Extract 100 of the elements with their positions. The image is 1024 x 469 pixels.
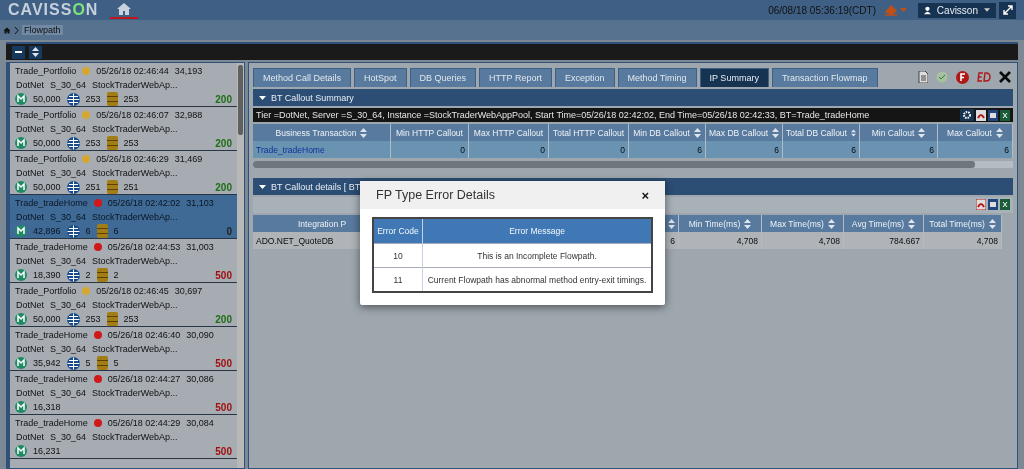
tier-name: DotNet [16,388,44,398]
column-header[interactable]: Max DB Callout [706,124,783,141]
tier-name: DotNet [16,80,44,90]
table-cell: 6 [783,141,860,158]
table-cell: 6 [938,141,1013,158]
db-count: 251 [123,182,139,192]
column-header[interactable]: Total HTTP Callout [549,124,629,141]
column-header[interactable]: Total DB Callout [783,124,860,141]
flowpath-id: 30,090 [186,330,214,340]
column-header[interactable]: Min HTTP Callout [391,124,469,141]
method-count: 50,000 [33,94,61,104]
column-header[interactable]: Avg Time(ms) [844,215,924,232]
response-code: 500 [215,357,232,369]
http-count: 5 [85,358,91,368]
timestamp: 05/26/18 02:44:53 [107,242,181,252]
server-name: S_30_64 [50,388,87,398]
flowpath-id: 30,697 [174,286,203,296]
column-header[interactable]: Max Callout [938,124,1013,141]
section-header[interactable]: BT Callout Summary [253,89,1013,106]
db-count: 5 [113,358,119,368]
section-title: BT Callout Summary [271,92,354,103]
tier-name: DotNet [16,344,44,354]
date-time: 06/08/18 05:36:19(CDT) [768,4,876,16]
flowpath-id: 31,003 [186,242,214,252]
timestamp: 05/26/18 02:46:29 [96,154,169,164]
table-cell: 4,708 [762,232,844,249]
table-cell: 0 [469,141,549,158]
column-header[interactable]: Min DB Callout [629,124,706,141]
response-code: 200 [215,181,232,193]
tier-name: DotNet [16,124,44,134]
response-code: 500 [215,445,232,457]
server-name: S_30_64 [50,256,87,266]
user-menu-button[interactable]: Cavisson [918,2,996,18]
instance-name: StockTraderWebAp... [92,344,178,354]
breadcrumb-link[interactable]: Flowpath [22,25,63,35]
server-name: S_30_64 [50,432,87,442]
method-count: 50,000 [33,182,61,192]
server-name: S_30_64 [50,124,87,134]
tab[interactable]: Exception [554,68,615,87]
table-cell: 6 [629,141,706,158]
table-cell: This is an Incomplete Flowpath. [422,243,652,268]
timestamp: 05/26/18 02:46:07 [96,110,169,120]
tab[interactable]: Transaction Flowmap [771,68,878,87]
response-code: 200 [215,93,232,105]
flowpath-id: 31,103 [186,198,214,208]
http-count: 253 [85,94,101,104]
table-cell: 6 [706,141,783,158]
tab[interactable]: DB Queries [409,68,477,87]
timestamp: 05/26/18 02:46:44 [96,66,169,76]
flowpath-id: 34,193 [174,66,203,76]
tab[interactable]: Method Timing [617,68,697,87]
flowpath-item[interactable]: Trade_tradeHome 05/26/18 02:42:02 31,103 DotNet S_30_64 StockTraderWebAp... 42,896 6 6 0 [10,195,237,239]
server-name: S_30_64 [50,344,87,354]
instance-name: StockTraderWebAp... [92,212,178,222]
table-cell: 0 [391,141,469,158]
tier-name: DotNet [16,168,44,178]
tier-name: DotNet [16,256,44,266]
column-header[interactable]: Max Time(ms) [762,215,844,232]
tab[interactable]: HotSpot [354,68,407,87]
instance-name: StockTraderWebAp... [92,124,178,134]
timestamp: 05/26/18 02:44:29 [107,418,181,428]
http-count: 253 [85,138,101,148]
timestamp: 05/26/18 02:42:02 [107,198,181,208]
method-count: 50,000 [33,314,61,324]
column-header: Error Message [422,218,652,244]
table-cell: 0 [549,141,629,158]
db-count: 6 [113,226,119,236]
tier-name: DotNet [16,212,44,222]
method-count: 18,390 [33,270,61,280]
column-header[interactable]: Total Time(ms) [924,215,1002,232]
instance-name: StockTraderWebAp... [92,300,178,310]
instance-name: StockTraderWebAp... [92,168,178,178]
tab[interactable]: HTTP Report [479,68,552,87]
transaction-link[interactable]: Trade_tradeHome [253,141,391,158]
company-logo: CAVISSON [8,1,99,19]
close-button[interactable]: × [639,187,651,203]
column-header[interactable]: Min Time(ms) [679,215,762,232]
column-header[interactable]: Min Callout [860,124,938,141]
db-count: 2 [113,270,119,280]
response-code: 200 [215,137,232,149]
timestamp: 05/26/18 02:44:27 [107,374,181,384]
flowpath-id: 31,469 [174,154,203,164]
db-count: 253 [123,94,139,104]
column-header[interactable]: Business Transaction [253,124,391,141]
server-name: S_30_64 [50,168,87,178]
tab[interactable]: Method Call Details [253,68,352,87]
db-count: 253 [123,138,139,148]
column-header[interactable]: Max HTTP Callout [469,124,549,141]
transaction-name: Trade_Portfolio [15,286,77,296]
tier-name: DotNet [16,300,44,310]
http-count: 253 [85,314,101,324]
http-count: 2 [85,270,91,280]
tab[interactable]: IP Summary [699,68,769,87]
method-count: 35,942 [33,358,61,368]
db-count: 253 [123,314,139,324]
server-name: S_30_64 [50,212,87,222]
section-title: BT Callout details [ BT [271,181,361,192]
flowpath-id: 32,988 [174,110,203,120]
flowpath-id: 30,084 [186,418,214,428]
method-count: 42,896 [33,226,61,236]
